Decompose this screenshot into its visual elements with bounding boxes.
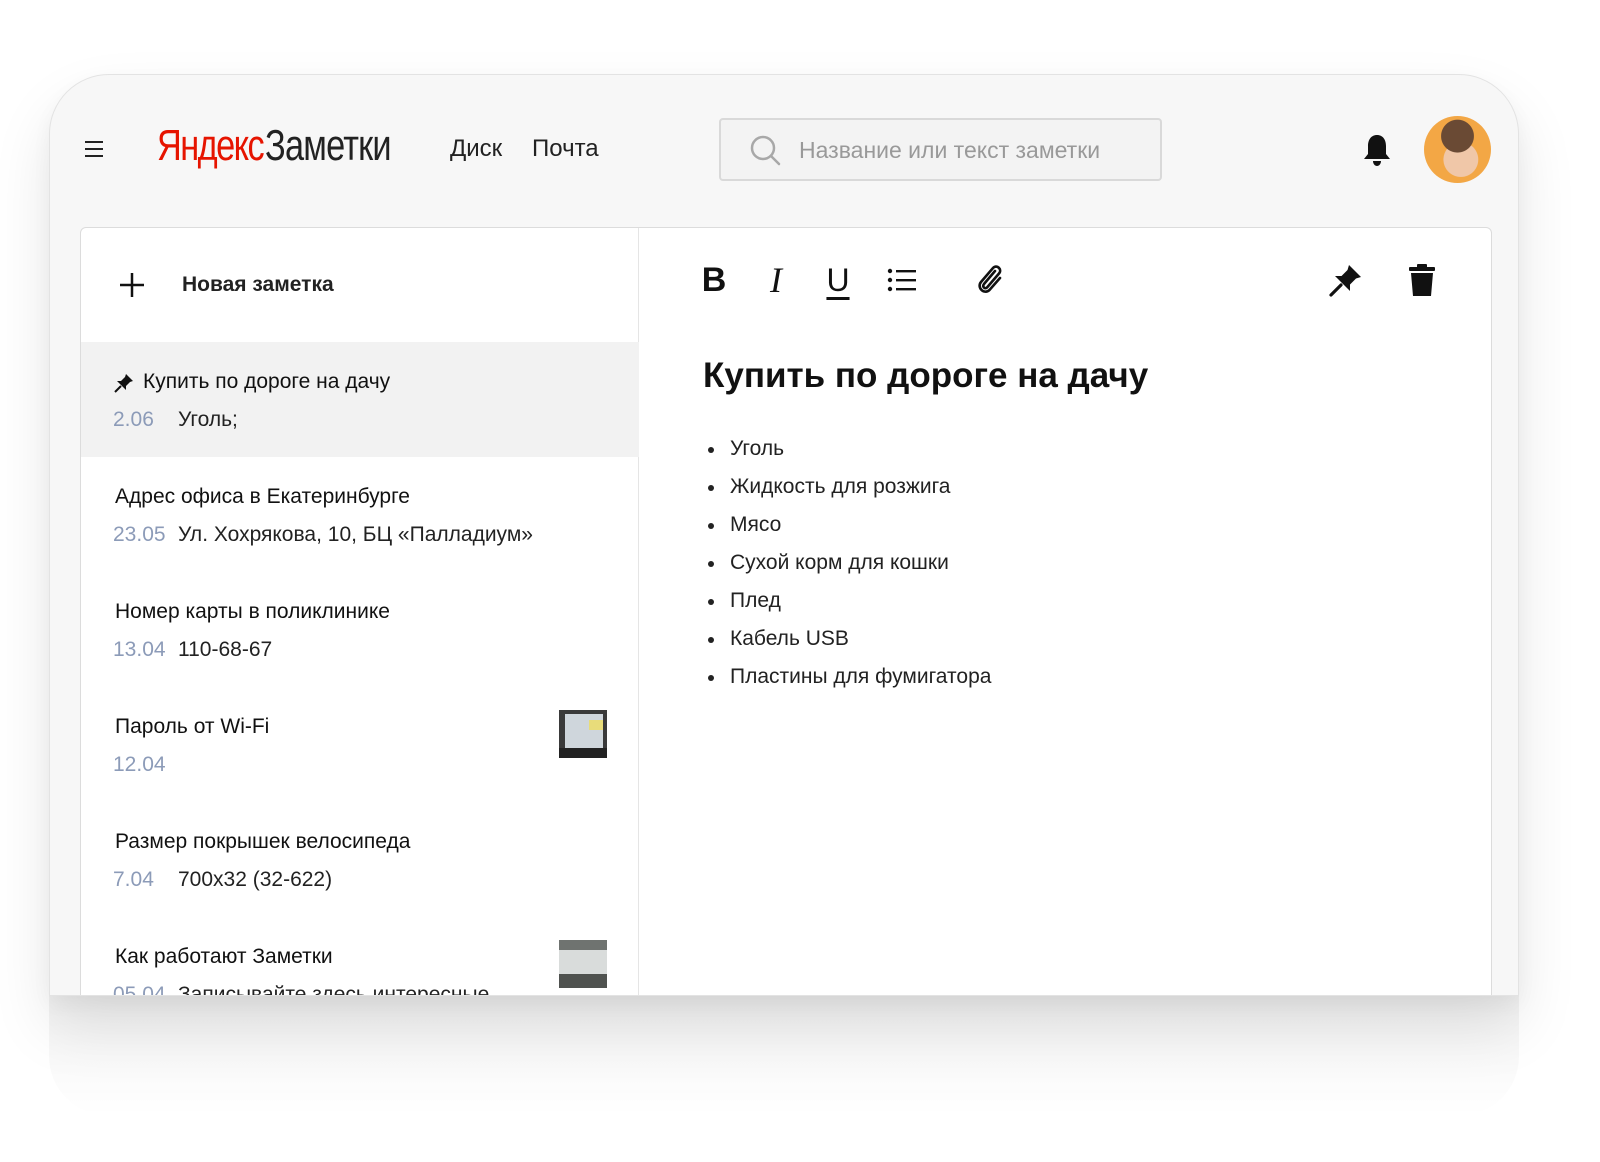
note-date: 05.04	[113, 983, 166, 996]
logo[interactable]: Яндекс Заметки	[157, 121, 426, 171]
attach-button[interactable]	[970, 258, 1010, 302]
note-thumbnail	[559, 940, 607, 988]
bell-icon[interactable]	[1362, 133, 1392, 167]
delete-button[interactable]	[1402, 258, 1442, 302]
nav-link-mail[interactable]: Почта	[532, 135, 599, 163]
underline-button[interactable]: U	[818, 258, 858, 302]
pin-icon	[114, 374, 133, 393]
note-date: 12.04	[113, 753, 166, 776]
note-date: 7.04	[113, 868, 154, 891]
pin-icon	[1329, 265, 1361, 297]
bold-button[interactable]: B	[694, 258, 734, 302]
main-panel: Новая заметка Купить по дороге на дачу 2…	[80, 227, 1492, 996]
list-item: Плед	[703, 586, 991, 624]
note-list-item[interactable]: Пароль от Wi-Fi 12.04	[81, 687, 639, 802]
list-icon	[887, 268, 916, 292]
list-item: Сухой корм для кошки	[703, 548, 991, 586]
note-preview: Записывайте здесь интересные	[178, 983, 490, 996]
menu-icon[interactable]	[85, 141, 103, 157]
note-date: 2.06	[113, 408, 154, 431]
notes-sidebar: Новая заметка Купить по дороге на дачу 2…	[81, 228, 639, 996]
new-note-button[interactable]: Новая заметка	[81, 228, 639, 342]
note-title: Размер покрышек велосипеда	[115, 830, 411, 853]
window-shadow	[49, 996, 1519, 1116]
bullet-list-button[interactable]	[882, 258, 922, 302]
new-note-label: Новая заметка	[182, 273, 334, 296]
note-title: Адрес офиса в Екатеринбурге	[115, 485, 410, 508]
nav-link-disk[interactable]: Диск	[450, 135, 502, 163]
note-preview: 110-68-67	[178, 638, 273, 661]
search-icon	[750, 135, 781, 166]
list-item: Мясо	[703, 510, 991, 548]
note-preview: Уголь;	[178, 408, 238, 431]
note-thumbnail	[559, 710, 607, 758]
note-list-item[interactable]: Купить по дороге на дачу 2.06 Уголь;	[81, 342, 639, 457]
logo-brand: Яндекс	[157, 121, 265, 170]
list-item: Уголь	[703, 434, 991, 472]
note-title: Как работают Заметки	[115, 945, 333, 968]
paperclip-icon	[978, 265, 1002, 293]
app-window: Яндекс Заметки Диск Почта Новая заметка	[49, 74, 1519, 996]
pin-button[interactable]	[1326, 258, 1366, 302]
note-title: Номер карты в поликлинике	[115, 600, 390, 623]
note-date: 23.05	[113, 523, 166, 546]
note-body-list[interactable]: Уголь Жидкость для розжига Мясо Сухой ко…	[703, 434, 991, 700]
note-title: Пароль от Wi-Fi	[115, 715, 270, 738]
note-editor: B I U Купить по дороге на дачу Уголь Жид…	[640, 228, 1491, 995]
plus-icon	[120, 273, 144, 297]
italic-button[interactable]: I	[756, 258, 796, 302]
list-item: Жидкость для розжига	[703, 472, 991, 510]
note-preview: 700x32 (32-622)	[178, 868, 333, 891]
note-list-item[interactable]: Адрес офиса в Екатеринбурге 23.05 Ул. Хо…	[81, 457, 639, 572]
list-item: Кабель USB	[703, 624, 991, 662]
note-preview: Ул. Хохрякова, 10, БЦ «Палладиум»	[178, 523, 533, 546]
search-box[interactable]	[719, 118, 1162, 181]
note-list-item[interactable]: Номер карты в поликлинике 13.04 110-68-6…	[81, 572, 639, 687]
note-date: 13.04	[113, 638, 166, 661]
note-heading[interactable]: Купить по дороге на дачу	[703, 356, 1148, 396]
avatar[interactable]	[1424, 116, 1491, 183]
trash-icon	[1409, 264, 1435, 296]
note-list-item[interactable]: Размер покрышек велосипеда 7.04 700x32 (…	[81, 802, 639, 917]
note-list-item[interactable]: Как работают Заметки 05.04 Записывайте з…	[81, 917, 639, 996]
logo-service: Заметки	[264, 121, 392, 170]
note-title: Купить по дороге на дачу	[143, 370, 391, 393]
list-item: Пластины для фумигатора	[703, 662, 991, 700]
search-input[interactable]	[799, 134, 1139, 166]
